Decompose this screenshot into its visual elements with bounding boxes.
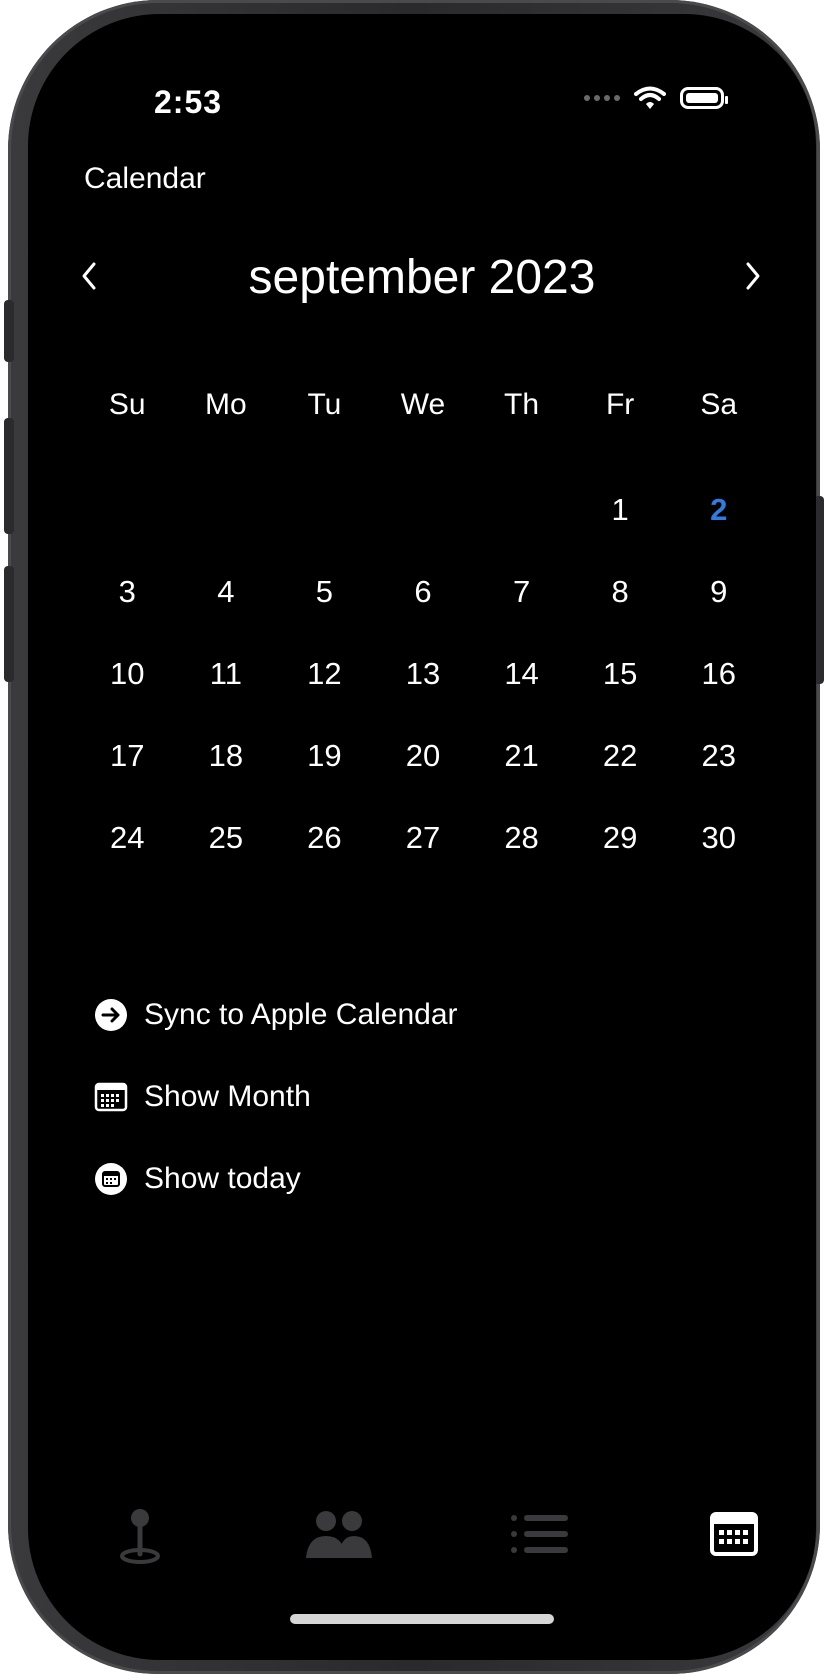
day-cell[interactable]: 16 [669, 656, 768, 738]
day-cell[interactable]: 14 [472, 656, 571, 738]
day-cell[interactable]: 18 [177, 738, 276, 820]
day-cell[interactable]: 7 [472, 574, 571, 656]
calendar-grid-icon [94, 1082, 128, 1112]
day-cell[interactable]: 5 [275, 574, 374, 656]
day-cell[interactable]: 28 [472, 820, 571, 902]
day-cell[interactable]: 11 [177, 656, 276, 738]
phone-frame: 2:53 Calendar september 2023 Su Mo Tu We… [4, 0, 824, 1674]
show-today-button[interactable]: Show today [94, 1138, 458, 1220]
day-cell[interactable]: 3 [78, 574, 177, 656]
day-cell[interactable]: 24 [78, 820, 177, 902]
battery-icon [680, 87, 728, 109]
empty-day-cell [177, 492, 276, 574]
day-cell[interactable]: 4 [177, 574, 276, 656]
action-label: Show today [144, 1162, 301, 1195]
day-cell[interactable]: 30 [669, 820, 768, 902]
day-cell[interactable]: 15 [571, 656, 670, 738]
action-list: Sync to Apple Calendar Show Month Show t… [94, 974, 458, 1220]
day-cell[interactable]: 20 [374, 738, 473, 820]
volume-down-button [4, 566, 14, 682]
day-cell[interactable]: 25 [177, 820, 276, 902]
weekday-label: Mo [205, 388, 247, 421]
day-cell[interactable]: 1 [571, 492, 670, 574]
empty-day-cell [374, 492, 473, 574]
day-cell[interactable]: 9 [669, 574, 768, 656]
arrow-right-circle-icon [95, 999, 127, 1031]
weekday-label: We [400, 388, 446, 421]
list-icon[interactable] [498, 1494, 578, 1574]
day-cell[interactable]: 27 [374, 820, 473, 902]
volume-up-button [4, 418, 14, 534]
people-icon[interactable] [298, 1494, 378, 1574]
day-cell[interactable]: 8 [571, 574, 670, 656]
day-cell[interactable]: 21 [472, 738, 571, 820]
next-month-button[interactable] [738, 256, 768, 296]
sync-apple-calendar-button[interactable]: Sync to Apple Calendar [94, 974, 458, 1056]
day-cell[interactable]: 12 [275, 656, 374, 738]
cellular-signal-icon [584, 95, 620, 101]
day-cell[interactable]: 23 [669, 738, 768, 820]
day-grid: 1 2 3 4 5 6 7 8 9 10 11 12 13 14 15 16 17 18 19 20 21 22 23 24 2… [78, 492, 768, 902]
day-cell[interactable]: 22 [571, 738, 670, 820]
empty-day-cell [472, 492, 571, 574]
month-label: september 2023 [248, 251, 596, 304]
calendar-icon[interactable] [694, 1494, 774, 1574]
map-pin-icon[interactable] [100, 1494, 180, 1574]
empty-day-cell [275, 492, 374, 574]
nav-title: Calendar [84, 162, 206, 195]
today-day-cell[interactable]: 2 [669, 492, 768, 574]
weekday-label: Su [108, 388, 146, 421]
day-cell[interactable]: 29 [571, 820, 670, 902]
tab-bar [28, 1494, 816, 1574]
day-cell[interactable]: 6 [374, 574, 473, 656]
wifi-icon [634, 86, 666, 109]
action-label: Sync to Apple Calendar [144, 998, 458, 1031]
home-indicator [290, 1614, 554, 1624]
day-cell[interactable]: 19 [275, 738, 374, 820]
weekday-label: Sa [700, 388, 738, 421]
day-cell[interactable]: 10 [78, 656, 177, 738]
weekday-label: Fr [605, 388, 635, 421]
action-label: Show Month [144, 1080, 311, 1113]
empty-day-cell [78, 492, 177, 574]
calendar-circle-icon [95, 1163, 127, 1195]
action-button [4, 300, 14, 362]
status-indicators [584, 86, 728, 110]
screen: 2:53 Calendar september 2023 Su Mo Tu We… [28, 14, 816, 1660]
status-time: 2:53 [154, 84, 223, 120]
weekday-header: Su Mo Tu We Th Fr Sa [78, 388, 768, 422]
day-cell[interactable]: 17 [78, 738, 177, 820]
day-cell[interactable]: 13 [374, 656, 473, 738]
month-header: september 2023 [28, 250, 816, 310]
day-cell[interactable]: 26 [275, 820, 374, 902]
weekday-label: Tu [307, 388, 342, 421]
weekday-label: Th [504, 388, 540, 421]
show-month-button[interactable]: Show Month [94, 1056, 458, 1138]
